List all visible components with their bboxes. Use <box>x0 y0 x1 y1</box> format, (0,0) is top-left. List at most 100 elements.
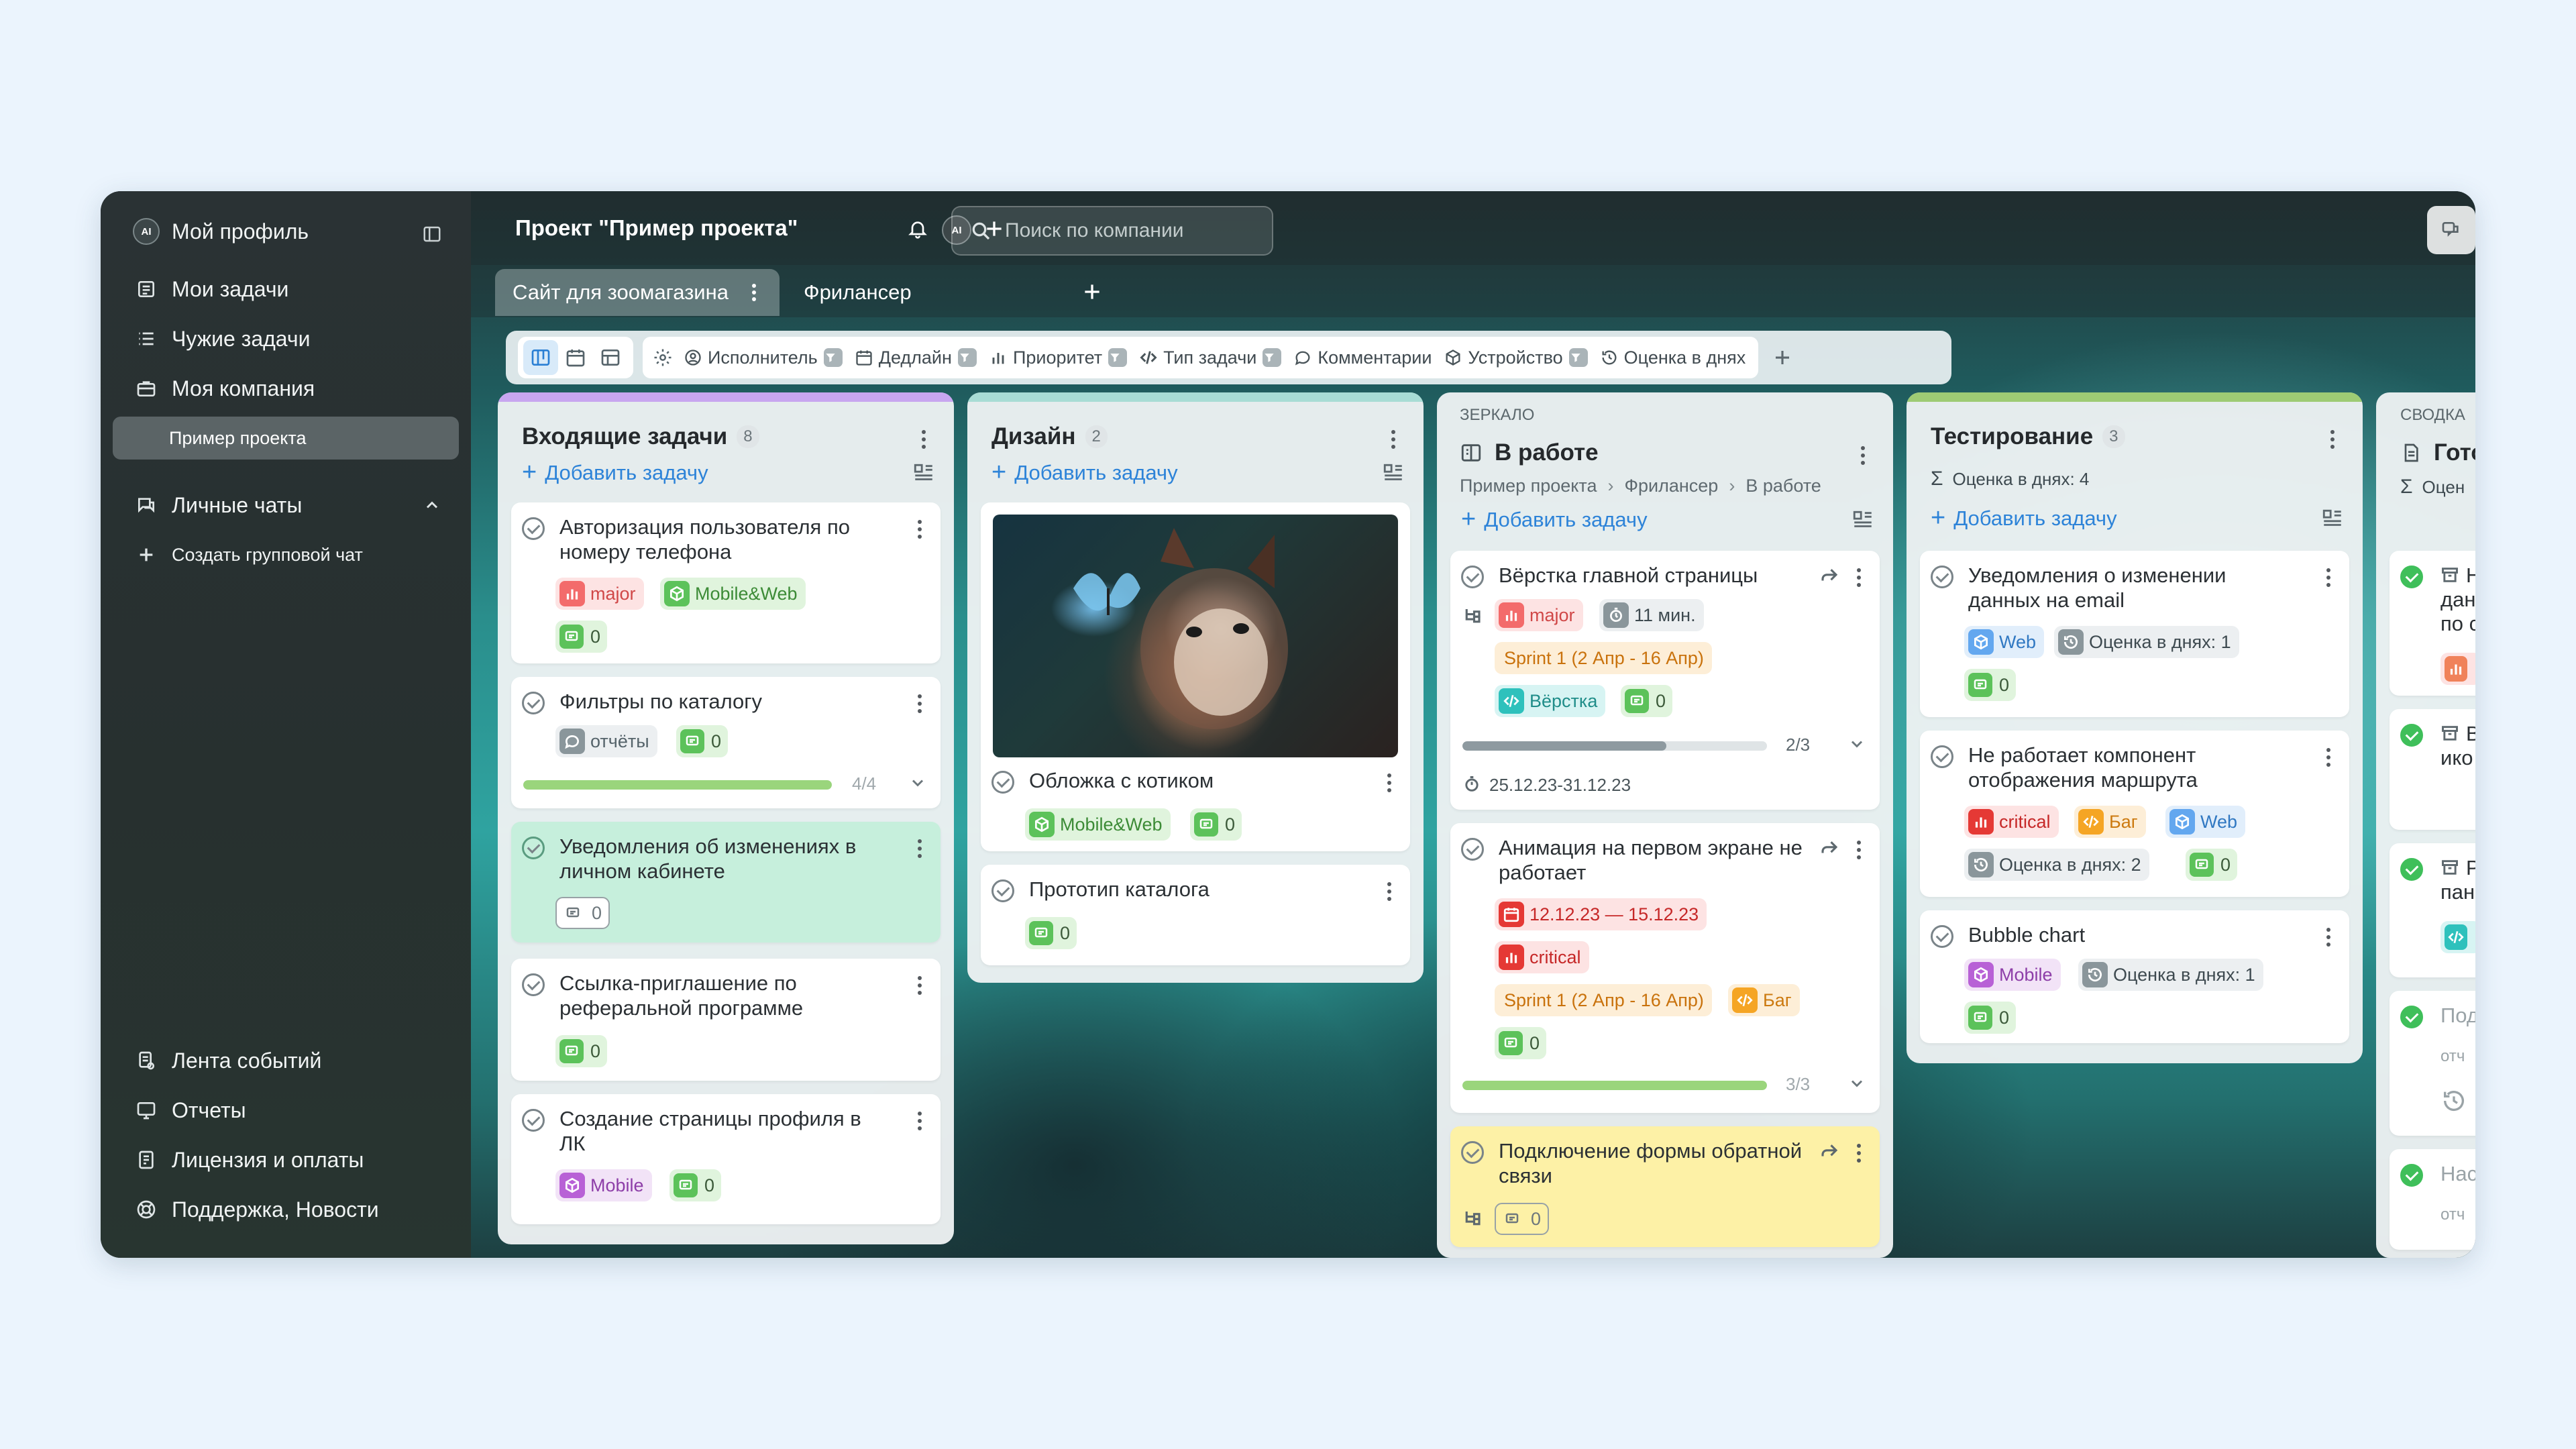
breadcrumb-item[interactable]: Фрилансер <box>1624 476 1718 496</box>
card-settings-icon[interactable] <box>1851 509 1874 532</box>
filter-task-type[interactable]: Тип задачи <box>1133 347 1287 368</box>
search-input[interactable] <box>1005 219 1260 242</box>
task-status-check[interactable] <box>1931 745 1953 768</box>
comments-badge[interactable]: 0 <box>2186 849 2238 881</box>
task-status-check[interactable] <box>1461 566 1484 588</box>
table-view-icon[interactable] <box>593 340 628 375</box>
comments-badge[interactable]: 0 <box>555 1035 608 1067</box>
card-menu-icon[interactable] <box>1849 1138 1869 1168</box>
filter-comments[interactable]: Комментарии <box>1287 347 1438 368</box>
card-menu-icon[interactable] <box>1379 768 1399 798</box>
add-task-button[interactable]: + Добавить задачу <box>991 458 1178 487</box>
sidebar-item-project[interactable]: Пример проекта <box>113 417 459 460</box>
card-menu-icon[interactable] <box>910 971 930 1000</box>
task-card[interactable]: В ико <box>2390 709 2475 830</box>
card-menu-icon[interactable] <box>2318 743 2339 772</box>
card-menu-icon[interactable] <box>1379 877 1399 906</box>
column-menu-icon[interactable] <box>1383 425 1403 454</box>
task-card[interactable]: Обложка с котиком Mobile&Web 0 <box>981 502 1410 851</box>
column-menu-icon[interactable] <box>1853 441 1873 470</box>
task-card[interactable]: Нас отч <box>2390 1149 2475 1250</box>
filter-deadline[interactable]: Дедлайн <box>849 347 983 368</box>
calendar-view-icon[interactable] <box>558 340 593 375</box>
task-card[interactable]: Подключение формы обратной связи 0 <box>1450 1126 1880 1247</box>
chevron-down-icon[interactable] <box>1847 735 1866 753</box>
tab-freelancer[interactable]: Фрилансер <box>786 269 929 316</box>
settings-gear-icon[interactable] <box>648 340 678 375</box>
task-card[interactable]: Под отч <box>2390 991 2475 1136</box>
card-settings-icon[interactable] <box>912 462 935 485</box>
comments-badge[interactable]: 0 <box>1190 808 1242 841</box>
task-card[interactable]: Уведомления о изменении данных на email … <box>1920 551 2349 717</box>
comments-badge[interactable]: 0 <box>669 1169 722 1201</box>
sidebar-item-my-company[interactable]: Моя компания <box>133 375 315 402</box>
task-done-check[interactable] <box>2400 724 2423 747</box>
create-group-chat-link[interactable]: Создать групповой чат <box>133 541 363 568</box>
task-status-check[interactable] <box>1461 1141 1484 1164</box>
task-status-check[interactable] <box>1931 566 1953 588</box>
card-menu-icon[interactable] <box>910 1106 930 1136</box>
filter-assignee[interactable]: Исполнитель <box>678 347 849 368</box>
task-done-check[interactable] <box>2400 1164 2423 1187</box>
card-menu-icon[interactable] <box>910 689 930 718</box>
sidebar-item-others-tasks[interactable]: Чужие задачи <box>133 325 310 352</box>
card-menu-icon[interactable] <box>1849 563 1869 592</box>
task-done-check[interactable] <box>2400 858 2423 881</box>
bell-icon[interactable] <box>904 215 931 242</box>
share-icon[interactable] <box>1819 838 1839 858</box>
sidebar-item-license[interactable]: Лицензия и оплаты <box>133 1146 364 1173</box>
card-menu-icon[interactable] <box>2318 563 2339 592</box>
task-card[interactable]: Не работает компонент отображения маршру… <box>1920 731 2349 897</box>
add-task-button[interactable]: + Добавить задачу <box>1931 504 2117 533</box>
chat-panel-icon[interactable] <box>2427 206 2475 254</box>
task-card[interactable]: Р пан <box>2390 843 2475 977</box>
card-menu-icon[interactable] <box>910 515 930 544</box>
task-card[interactable]: Вёрстка главной страницы major 11 мин. S… <box>1450 551 1880 810</box>
task-status-check[interactable] <box>1461 838 1484 861</box>
search-field[interactable] <box>951 206 1273 256</box>
share-icon[interactable] <box>1819 1141 1839 1161</box>
add-filter-icon[interactable] <box>1769 344 1796 371</box>
add-task-button[interactable]: + Добавить задачу <box>1461 505 1648 534</box>
add-tab-icon[interactable] <box>1079 278 1106 305</box>
comments-badge[interactable]: 0 <box>676 725 729 757</box>
card-settings-icon[interactable] <box>2321 508 2344 531</box>
profile-link[interactable]: AI Мой профиль <box>133 218 309 245</box>
task-status-check[interactable] <box>1931 925 1953 948</box>
share-icon[interactable] <box>1819 566 1839 586</box>
sidebar-item-my-tasks[interactable]: Мои задачи <box>133 276 288 303</box>
sidebar-item-reports[interactable]: Отчеты <box>133 1097 246 1124</box>
tab-zoo-site[interactable]: Сайт для зоомагазина <box>495 269 780 316</box>
task-status-check[interactable] <box>991 771 1014 794</box>
card-menu-icon[interactable] <box>2318 922 2339 952</box>
task-status-check[interactable] <box>991 879 1014 902</box>
comments-badge[interactable]: 0 <box>1495 1027 1547 1059</box>
task-card[interactable]: Анимация на первом экране не работает 12… <box>1450 823 1880 1113</box>
breadcrumb-item[interactable]: В работе <box>1746 476 1821 496</box>
task-card[interactable]: Прототип каталога 0 <box>981 865 1410 965</box>
column-menu-icon[interactable] <box>2322 425 2343 454</box>
task-card[interactable]: Создание страницы профиля в ЛК Mobile 0 <box>511 1094 941 1224</box>
task-done-check[interactable] <box>2400 1006 2423 1028</box>
task-status-check[interactable] <box>522 837 545 859</box>
task-done-check[interactable] <box>2400 566 2423 588</box>
comments-badge[interactable]: 0 <box>1964 1002 2017 1034</box>
collapse-sidebar-icon[interactable] <box>419 221 445 248</box>
task-status-check[interactable] <box>522 692 545 714</box>
task-card[interactable]: Н дан по с <box>2390 551 2475 696</box>
task-card[interactable]: Фильтры по каталогу отчёты 0 4/4 <box>511 677 941 808</box>
comments-badge[interactable]: 0 <box>555 897 610 929</box>
comments-badge[interactable]: 0 <box>555 621 608 653</box>
task-card[interactable]: Авторизация пользователя по номеру телеф… <box>511 502 941 663</box>
chevron-down-icon[interactable] <box>1847 1074 1866 1093</box>
task-status-check[interactable] <box>522 973 545 996</box>
task-card[interactable]: Уведомления об изменениях в личном кабин… <box>511 822 941 943</box>
comments-badge[interactable]: 0 <box>1495 1203 1550 1235</box>
task-card[interactable]: Ссылка-приглашение по реферальной програ… <box>511 959 941 1081</box>
card-settings-icon[interactable] <box>1382 462 1405 485</box>
column-menu-icon[interactable] <box>914 425 934 454</box>
add-task-button[interactable]: + Добавить задачу <box>522 458 708 487</box>
sidebar-item-feed[interactable]: Лента событий <box>133 1047 321 1074</box>
comments-badge[interactable]: 0 <box>1964 669 2017 701</box>
tab-menu-icon[interactable] <box>746 281 762 304</box>
